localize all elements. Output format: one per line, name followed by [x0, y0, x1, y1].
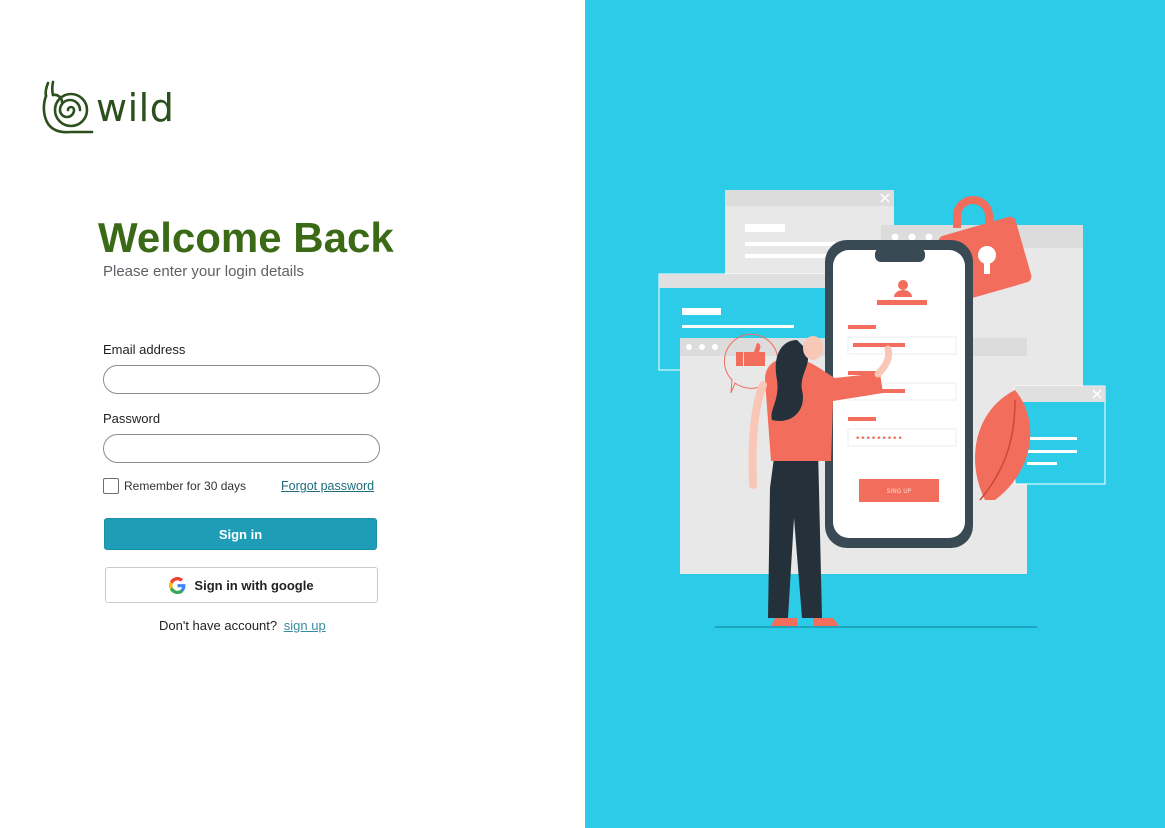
email-label: Email address: [103, 342, 186, 357]
brand-logo[interactable]: wild: [40, 79, 180, 137]
password-mask-text: •••••••••: [855, 434, 903, 444]
signup-prompt: Don't have account? sign up: [159, 618, 326, 633]
no-account-text: Don't have account?: [159, 618, 278, 633]
illustration-panel: ••••••••• SING UP: [585, 0, 1165, 828]
remember-label: Remember for 30 days: [124, 479, 247, 493]
page-title: Welcome Back: [98, 214, 394, 261]
sign-up-link[interactable]: sign up: [284, 618, 326, 633]
brand-name: wild: [96, 86, 175, 130]
google-sign-in-button[interactable]: Sign in with google: [105, 567, 378, 603]
password-label: Password: [103, 411, 161, 426]
google-sign-in-label: Sign in with google: [194, 577, 314, 593]
sign-in-button[interactable]: Sign in: [104, 518, 377, 550]
forgot-password-link[interactable]: Forgot password: [281, 479, 374, 493]
login-illustration: ••••••••• SING UP: [658, 190, 1106, 628]
login-page: wild Welcome Back Please enter your logi…: [0, 0, 1165, 828]
snail-icon: [42, 80, 94, 134]
login-panel: wild Welcome Back Please enter your logi…: [0, 0, 585, 828]
password-field[interactable]: [103, 434, 380, 463]
remember-checkbox[interactable]: [103, 478, 119, 494]
page-subtitle: Please enter your login details: [103, 263, 304, 280]
email-field[interactable]: [103, 365, 380, 394]
google-icon: [169, 576, 186, 594]
phone-signup-button-text: SING UP: [887, 488, 912, 495]
remember-option[interactable]: Remember for 30 days: [103, 478, 246, 494]
